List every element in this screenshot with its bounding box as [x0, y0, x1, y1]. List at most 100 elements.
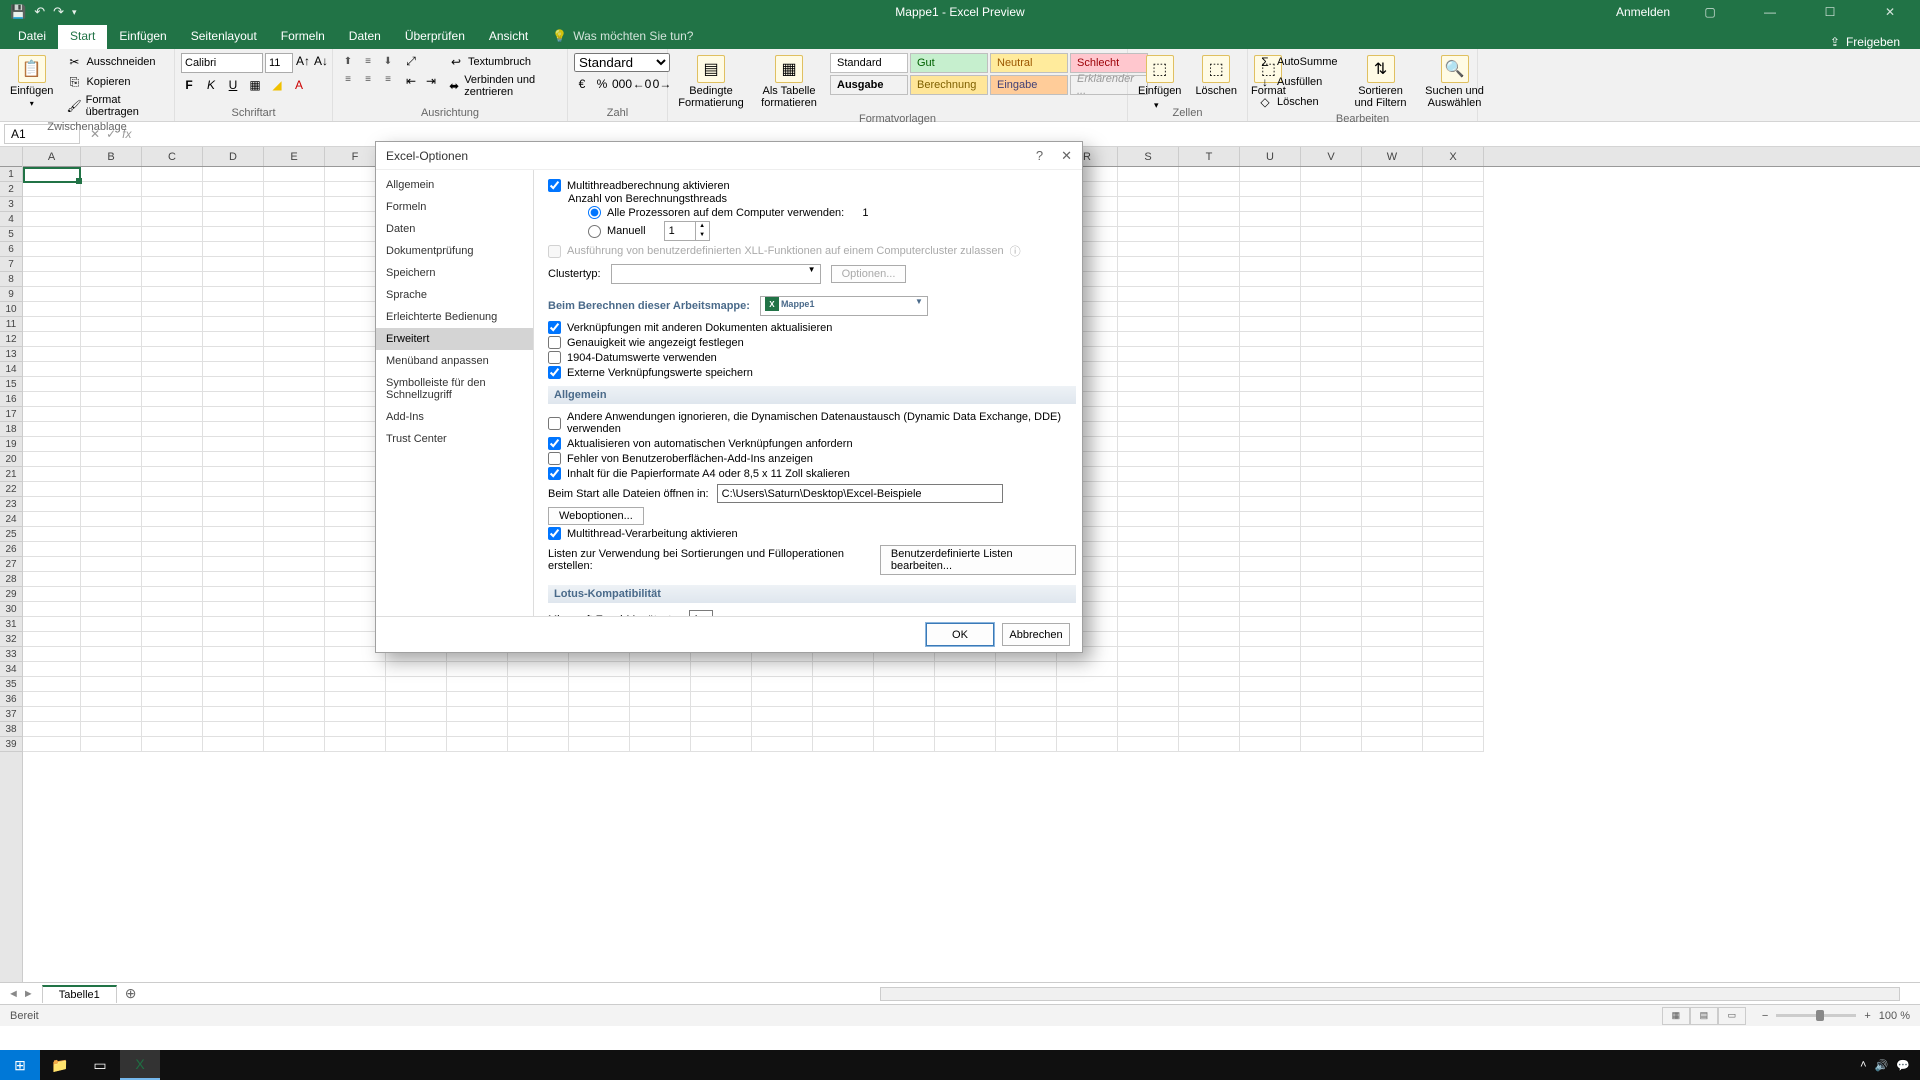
- cell[interactable]: [752, 662, 813, 677]
- cell[interactable]: [23, 512, 81, 527]
- cell[interactable]: [142, 287, 203, 302]
- cell[interactable]: [264, 542, 325, 557]
- cell[interactable]: [1301, 242, 1362, 257]
- cell[interactable]: [1240, 272, 1301, 287]
- cell[interactable]: [1240, 692, 1301, 707]
- cell[interactable]: [935, 722, 996, 737]
- cell[interactable]: [1118, 392, 1179, 407]
- cell[interactable]: [1240, 377, 1301, 392]
- sheet-tab-1[interactable]: Tabelle1: [42, 985, 117, 1003]
- formula-input[interactable]: [137, 132, 1920, 136]
- cell[interactable]: [996, 707, 1057, 722]
- ok-button[interactable]: OK: [926, 623, 994, 646]
- cell[interactable]: [874, 737, 935, 752]
- cell[interactable]: [1179, 557, 1240, 572]
- cell[interactable]: [142, 377, 203, 392]
- cell[interactable]: [691, 662, 752, 677]
- cell[interactable]: [1423, 497, 1484, 512]
- cell[interactable]: [203, 692, 264, 707]
- style-gut[interactable]: Gut: [910, 53, 988, 73]
- number-format-select[interactable]: Standard: [574, 53, 670, 72]
- cell[interactable]: [813, 662, 874, 677]
- cell[interactable]: [23, 362, 81, 377]
- cell[interactable]: [1240, 557, 1301, 572]
- cell[interactable]: [1362, 182, 1423, 197]
- cell[interactable]: [1362, 257, 1423, 272]
- cell[interactable]: [142, 527, 203, 542]
- col-header[interactable]: X: [1423, 147, 1484, 166]
- cell[interactable]: [935, 692, 996, 707]
- minimize-icon[interactable]: —: [1750, 5, 1790, 19]
- cell[interactable]: [1301, 287, 1362, 302]
- cell[interactable]: [1423, 377, 1484, 392]
- input-start-path[interactable]: [717, 484, 1003, 503]
- cell[interactable]: [1423, 287, 1484, 302]
- cell[interactable]: [813, 722, 874, 737]
- cell[interactable]: [142, 332, 203, 347]
- cell[interactable]: [1179, 677, 1240, 692]
- cell[interactable]: [1240, 662, 1301, 677]
- cell[interactable]: [203, 737, 264, 752]
- cell[interactable]: [23, 212, 81, 227]
- row-header[interactable]: 21: [0, 467, 22, 482]
- cell[interactable]: [23, 692, 81, 707]
- cell[interactable]: [1362, 272, 1423, 287]
- taskbar-excel-icon[interactable]: X: [120, 1050, 160, 1080]
- bold-icon[interactable]: F: [181, 77, 197, 93]
- btn-listen-bearbeiten[interactable]: Benutzerdefinierte Listen bearbeiten...: [880, 545, 1076, 575]
- thousands-icon[interactable]: 000: [614, 76, 630, 92]
- cell[interactable]: [264, 662, 325, 677]
- increase-font-icon[interactable]: A↑: [295, 53, 311, 69]
- cell[interactable]: [325, 677, 386, 692]
- cell[interactable]: [1362, 512, 1423, 527]
- cell[interactable]: [81, 707, 142, 722]
- select-workbook[interactable]: XMappe1▼: [760, 296, 928, 316]
- cell[interactable]: [264, 287, 325, 302]
- cell[interactable]: [1301, 302, 1362, 317]
- nav-allgemein[interactable]: Allgemein: [376, 174, 533, 196]
- cell[interactable]: [1423, 452, 1484, 467]
- cell[interactable]: [264, 722, 325, 737]
- percent-icon[interactable]: %: [594, 76, 610, 92]
- cell[interactable]: [1362, 572, 1423, 587]
- cell[interactable]: [142, 632, 203, 647]
- cell[interactable]: [1423, 197, 1484, 212]
- cell[interactable]: [1240, 512, 1301, 527]
- cell[interactable]: [23, 497, 81, 512]
- cell[interactable]: [81, 332, 142, 347]
- cell[interactable]: [81, 167, 142, 182]
- cell[interactable]: [1301, 722, 1362, 737]
- cell[interactable]: [1301, 572, 1362, 587]
- align-bottom-icon[interactable]: ⬇: [379, 53, 397, 69]
- chk-multithread-verarb[interactable]: [548, 527, 561, 540]
- cell[interactable]: [81, 632, 142, 647]
- cell[interactable]: [1423, 317, 1484, 332]
- cell[interactable]: [1362, 497, 1423, 512]
- cell[interactable]: [1423, 347, 1484, 362]
- cell[interactable]: [264, 332, 325, 347]
- cell[interactable]: [1301, 737, 1362, 752]
- cell[interactable]: [1118, 227, 1179, 242]
- row-header[interactable]: 31: [0, 617, 22, 632]
- cell[interactable]: [1179, 392, 1240, 407]
- tab-ueberpruefen[interactable]: Überprüfen: [393, 25, 477, 49]
- cell[interactable]: [203, 422, 264, 437]
- normal-view-icon[interactable]: ▦: [1662, 1007, 1690, 1025]
- cell[interactable]: [264, 737, 325, 752]
- cell[interactable]: [264, 482, 325, 497]
- cell[interactable]: [23, 482, 81, 497]
- nav-erweitert[interactable]: Erweitert: [376, 328, 533, 350]
- cell[interactable]: [142, 482, 203, 497]
- cell[interactable]: [1362, 647, 1423, 662]
- row-header[interactable]: 12: [0, 332, 22, 347]
- col-header[interactable]: V: [1301, 147, 1362, 166]
- row-header[interactable]: 1: [0, 167, 22, 182]
- cell[interactable]: [1240, 317, 1301, 332]
- select-clustertyp[interactable]: ▼: [611, 264, 821, 284]
- cell[interactable]: [81, 452, 142, 467]
- cell[interactable]: [325, 722, 386, 737]
- cell[interactable]: [23, 542, 81, 557]
- row-header[interactable]: 11: [0, 317, 22, 332]
- cell[interactable]: [203, 197, 264, 212]
- cell[interactable]: [1118, 317, 1179, 332]
